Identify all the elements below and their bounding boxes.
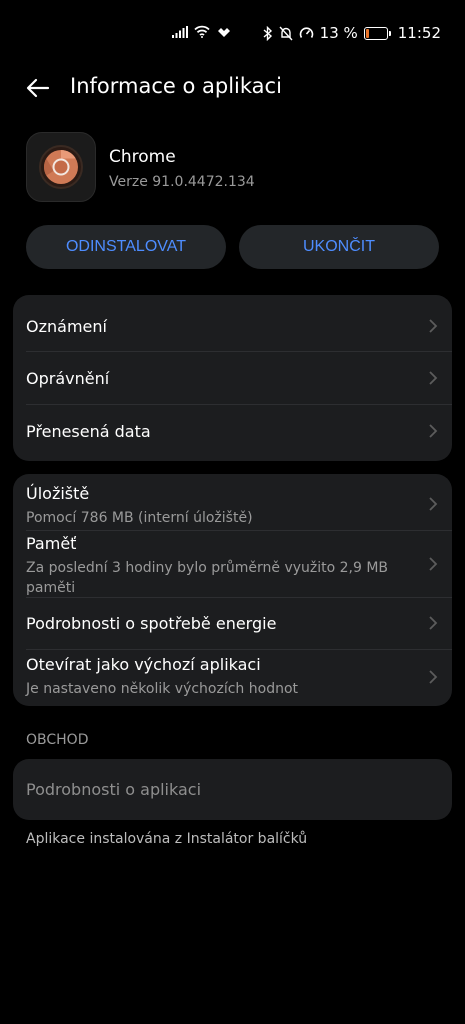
back-arrow-icon[interactable] <box>24 74 52 102</box>
app-name: Chrome <box>109 147 176 167</box>
row-subtitle: Za poslední 3 hodiny bylo průměrně využi… <box>26 560 389 596</box>
open-by-default-row[interactable]: Otevírat jako výchozí aplikaci Je nastav… <box>13 650 452 706</box>
signal-icon <box>172 25 188 38</box>
battery-usage-row[interactable]: Podrobnosti o spotřebě energie <box>13 598 452 649</box>
chrome-icon <box>26 132 96 202</box>
row-title: Otevírat jako výchozí aplikaci <box>26 655 261 674</box>
status-right-icons: 13 % 11:52 <box>263 24 441 42</box>
hotspot-icon <box>218 27 230 37</box>
storage-row[interactable]: Úložiště Pomocí 786 MB (interní úložiště… <box>13 474 452 530</box>
battery-icon <box>363 26 391 40</box>
chevron-right-icon <box>429 616 438 630</box>
row-subtitle: Je nastaveno několik výchozích hodnot <box>26 681 299 697</box>
store-section-label: OBCHOD <box>26 732 89 748</box>
page-title: Informace o aplikaci <box>70 74 282 98</box>
row-subtitle: Pomocí 786 MB (interní úložiště) <box>26 510 253 526</box>
memory-row[interactable]: Paměť Za poslední 3 hodiny bylo průměrně… <box>13 531 452 597</box>
wifi-icon <box>194 25 210 38</box>
settings-group-1: Oznámení Oprávnění Přenesená data <box>13 295 452 461</box>
data-usage-row[interactable]: Přenesená data <box>13 405 452 461</box>
uninstall-button[interactable]: ODINSTALOVAT <box>26 225 226 269</box>
app-summary: Chrome Verze 91.0.4472.134 <box>26 132 446 204</box>
row-title: Paměť <box>26 534 77 553</box>
permissions-row[interactable]: Oprávnění <box>13 352 452 404</box>
chevron-right-icon <box>429 319 438 333</box>
clock: 11:52 <box>397 24 441 42</box>
row-title: Podrobnosti o spotřebě energie <box>26 614 277 633</box>
install-source-note: Aplikace instalována z Instalátor balíčk… <box>26 831 308 847</box>
chevron-right-icon <box>429 424 438 438</box>
row-title: Oznámení <box>26 317 107 336</box>
status-bar: 13 % 11:52 <box>0 0 465 68</box>
bluetooth-icon <box>263 25 272 41</box>
app-details-row[interactable]: Podrobnosti o aplikaci <box>13 759 452 820</box>
chevron-right-icon <box>429 670 438 684</box>
row-title: Oprávnění <box>26 369 110 388</box>
chevron-right-icon <box>429 371 438 385</box>
status-left-icons <box>172 25 232 38</box>
chevron-right-icon <box>429 557 438 571</box>
row-title: Podrobnosti o aplikaci <box>26 780 202 799</box>
mute-bell-icon <box>279 26 293 40</box>
app-bar: Informace o aplikaci <box>0 66 465 110</box>
data-saver-icon <box>299 26 313 38</box>
force-stop-button[interactable]: UKONČIT <box>239 225 439 269</box>
chevron-right-icon <box>429 497 438 511</box>
row-title: Úložiště <box>26 484 90 503</box>
settings-group-2: Úložiště Pomocí 786 MB (interní úložiště… <box>13 474 452 706</box>
notifications-row[interactable]: Oznámení <box>13 295 452 351</box>
app-version: Verze 91.0.4472.134 <box>109 174 255 190</box>
battery-percent: 13 % <box>319 24 358 42</box>
row-title: Přenesená data <box>26 422 151 441</box>
